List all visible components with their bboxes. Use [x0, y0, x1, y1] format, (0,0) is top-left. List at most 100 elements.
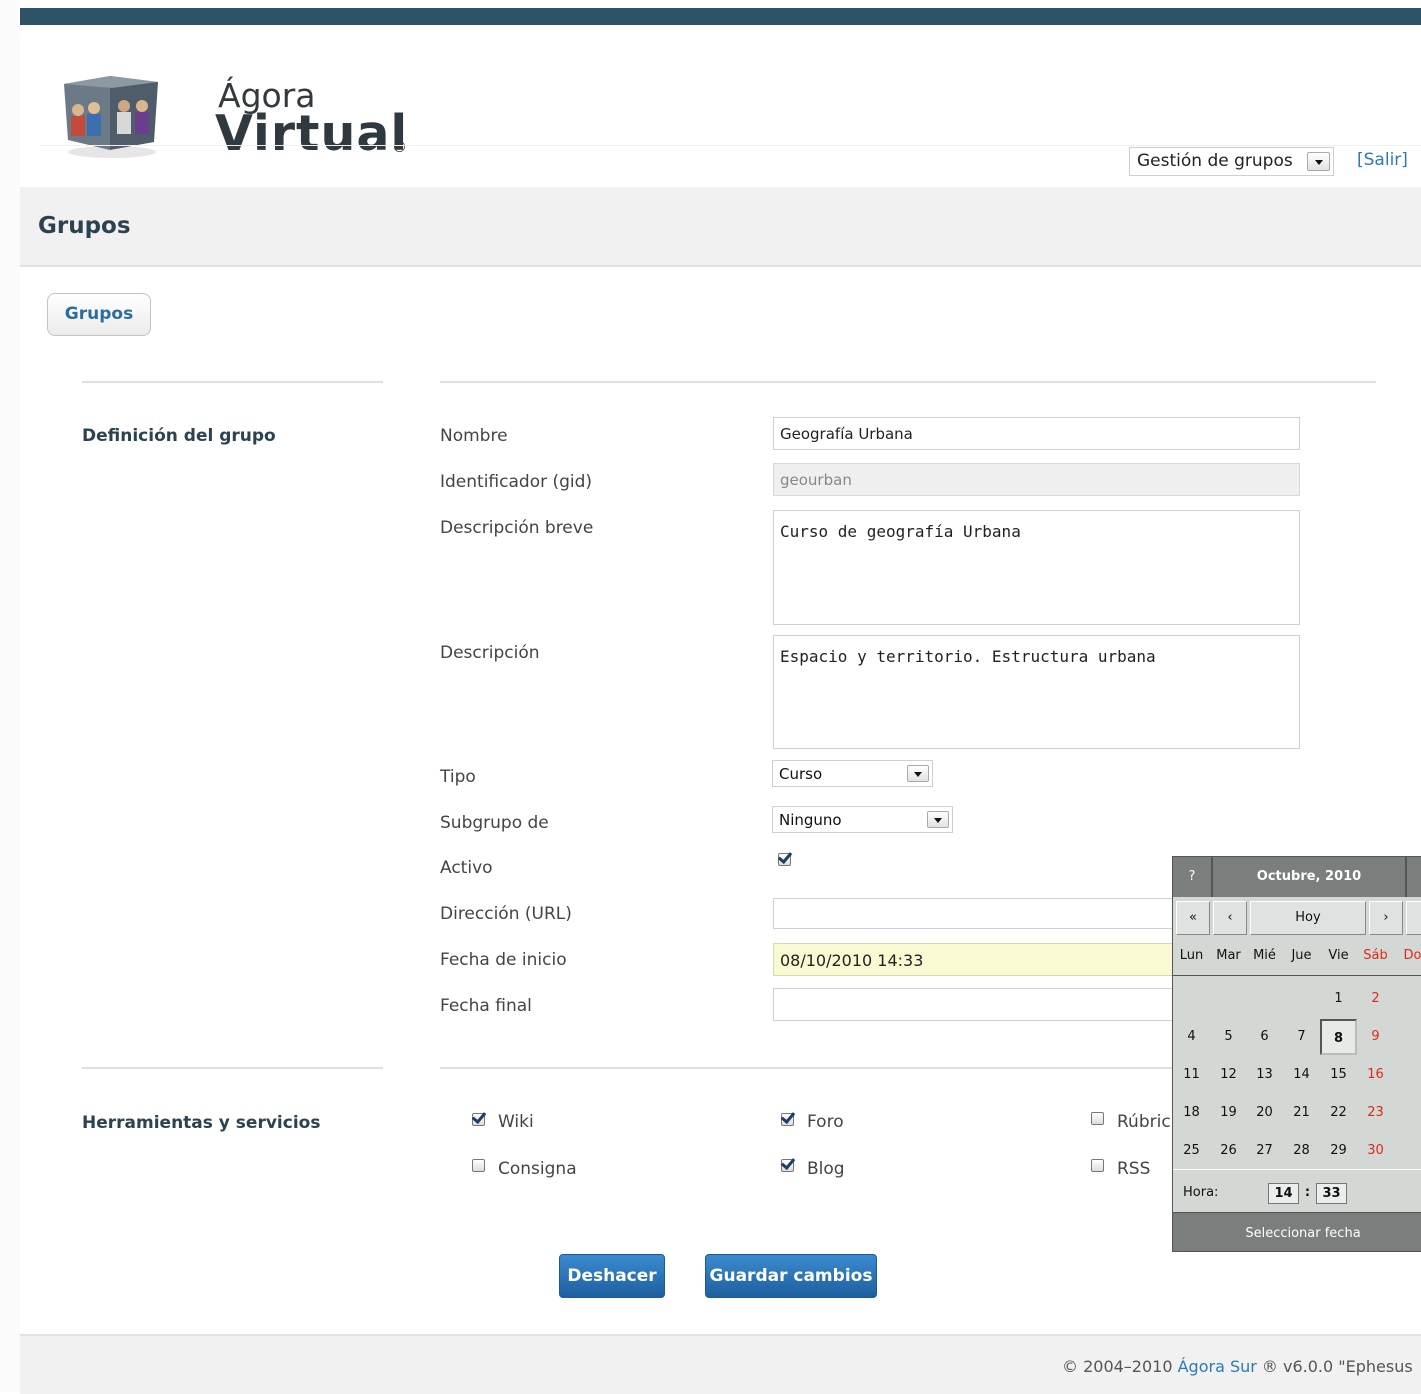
calendar-weekday: Lun — [1179, 948, 1204, 963]
calendar-prev-year-button[interactable]: « — [1176, 901, 1210, 935]
calendar-next-month-button[interactable]: › — [1369, 901, 1403, 935]
consigna-label: Consigna — [498, 1159, 577, 1179]
consigna-checkbox[interactable] — [472, 1159, 485, 1172]
rss-label: RSS — [1117, 1159, 1151, 1179]
calendar-month-title: Octubre, 2010 — [1213, 857, 1405, 897]
calendar-day[interactable]: 8 — [1320, 1019, 1357, 1055]
calendar-weekday: Jue — [1291, 948, 1312, 963]
label-fecha-final: Fecha final — [440, 996, 532, 1016]
calendar-hour-field[interactable]: 14 — [1268, 1183, 1299, 1204]
calendar-day[interactable]: 11 — [1173, 1057, 1210, 1093]
tipo-select-value: Curso — [779, 765, 823, 783]
rss-checkbox[interactable] — [1091, 1159, 1104, 1172]
calendar-day[interactable]: 20 — [1246, 1095, 1283, 1131]
calendar-weekday: Sáb — [1363, 948, 1388, 963]
calendar-day[interactable]: 27 — [1246, 1133, 1283, 1169]
title-bar — [20, 187, 1421, 267]
calendar-day[interactable]: 7 — [1283, 1019, 1320, 1055]
calendar-day[interactable]: 21 — [1283, 1095, 1320, 1131]
calendar-day[interactable]: 26 — [1210, 1133, 1247, 1169]
rubrica-label: Rúbric — [1117, 1112, 1171, 1132]
calendar-select-date-button[interactable]: Seleccionar fecha — [1173, 1212, 1421, 1251]
calendar-day[interactable]: 15 — [1320, 1057, 1357, 1093]
calendar-day[interactable]: 9 — [1357, 1019, 1394, 1055]
calendar-close-button[interactable] — [1405, 857, 1421, 897]
section-label-definition: Definición del grupo — [82, 426, 276, 446]
calendar-day[interactable]: 25 — [1173, 1133, 1210, 1169]
top-bar — [20, 8, 1421, 25]
tab-grupos[interactable]: Grupos — [47, 293, 151, 336]
calendar-prev-month-button[interactable]: ‹ — [1213, 901, 1247, 935]
calendar-day[interactable]: 4 — [1173, 1019, 1210, 1055]
label-descripcion: Descripción — [440, 643, 540, 663]
save-button[interactable]: Guardar cambios — [705, 1254, 877, 1298]
fecha-final-input[interactable] — [773, 988, 1193, 1021]
calendar-day[interactable]: 23 — [1357, 1095, 1394, 1131]
descripcion-textarea[interactable]: Espacio y territorio. Estructura urbana — [773, 635, 1300, 749]
calendar-help-button[interactable]: ? — [1173, 857, 1213, 897]
label-tipo: Tipo — [440, 767, 476, 787]
calendar-weekday: Do — [1403, 948, 1421, 963]
calendar-day[interactable]: 19 — [1210, 1095, 1247, 1131]
logout-link[interactable]: [Salir] — [1357, 150, 1408, 170]
subgrupo-select-value: Ninguno — [779, 811, 842, 829]
section-menu-select[interactable]: Gestión de grupos — [1129, 147, 1334, 176]
label-fecha-inicio: Fecha de inicio — [440, 950, 567, 970]
label-descripcion-breve: Descripción breve — [440, 518, 594, 538]
calendar-today-button[interactable]: Hoy — [1250, 901, 1366, 935]
descripcion-breve-textarea[interactable]: Curso de geografía Urbana — [773, 510, 1300, 625]
tipo-select[interactable]: Curso — [772, 760, 933, 787]
footer-text: © 2004–2010 Ágora Sur ® v6.0.0 "Ephesus — [1062, 1357, 1413, 1376]
subgrupo-select[interactable]: Ninguno — [772, 806, 953, 833]
calendar-time-separator: : — [1304, 1185, 1311, 1200]
calendar-day[interactable]: 6 — [1246, 1019, 1283, 1055]
chevron-down-icon — [907, 765, 929, 782]
calendar-divider — [1173, 975, 1421, 976]
calendar-weekday: Mar — [1216, 948, 1241, 963]
section-label-services: Herramientas y servicios — [82, 1113, 321, 1133]
calendar-day[interactable]: 29 — [1320, 1133, 1357, 1169]
calendar-day[interactable]: 5 — [1210, 1019, 1247, 1055]
wiki-checkbox[interactable] — [472, 1113, 485, 1126]
foro-label: Foro — [807, 1112, 844, 1132]
footer-link[interactable]: Ágora Sur — [1178, 1357, 1257, 1376]
undo-button[interactable]: Deshacer — [559, 1254, 665, 1298]
logo-text-virtual: Virtual — [215, 105, 409, 162]
calendar-day[interactable]: 13 — [1246, 1057, 1283, 1093]
calendar-divider — [1173, 1169, 1421, 1170]
calendar-next-year-button[interactable] — [1406, 901, 1421, 935]
url-input[interactable] — [773, 898, 1193, 929]
nombre-input[interactable]: Geografía Urbana — [773, 417, 1300, 450]
label-url: Dirección (URL) — [440, 904, 572, 924]
fecha-inicio-input[interactable]: 08/10/2010 14:33 — [773, 943, 1193, 976]
blog-label: Blog — [807, 1159, 845, 1179]
foro-checkbox[interactable] — [781, 1113, 794, 1126]
gid-input: geourban — [773, 463, 1300, 496]
calendar-weekday: Vie — [1328, 948, 1349, 963]
date-picker: ? Octubre, 2010 « ‹ Hoy › Lun Mar Mié Jue Vi… — [1172, 856, 1421, 1252]
rubrica-checkbox[interactable] — [1091, 1112, 1104, 1125]
activo-checkbox[interactable] — [778, 853, 791, 866]
label-activo: Activo — [440, 858, 493, 878]
calendar-day[interactable]: 30 — [1357, 1133, 1394, 1169]
footer-copyright: © 2004–2010 — [1062, 1357, 1178, 1376]
section-menu-value: Gestión de grupos — [1137, 151, 1293, 171]
section-divider — [440, 381, 1376, 383]
calendar-day[interactable]: 2 — [1357, 981, 1394, 1017]
calendar-weekday: Mié — [1253, 948, 1276, 963]
label-nombre: Nombre — [440, 426, 508, 446]
calendar-day[interactable]: 22 — [1320, 1095, 1357, 1131]
calendar-time-label: Hora: — [1183, 1185, 1219, 1200]
calendar-day[interactable]: 28 — [1283, 1133, 1320, 1169]
header-divider — [40, 145, 1421, 146]
calendar-day[interactable]: 1 — [1320, 981, 1357, 1017]
calendar-minute-field[interactable]: 33 — [1316, 1183, 1347, 1204]
chevron-down-icon — [927, 811, 949, 828]
blog-checkbox[interactable] — [781, 1159, 794, 1172]
calendar-day[interactable]: 12 — [1210, 1057, 1247, 1093]
calendar-day[interactable]: 14 — [1283, 1057, 1320, 1093]
label-gid: Identificador (gid) — [440, 472, 593, 492]
calendar-day[interactable]: 18 — [1173, 1095, 1210, 1131]
wiki-label: Wiki — [498, 1112, 534, 1132]
calendar-day[interactable]: 16 — [1357, 1057, 1394, 1093]
